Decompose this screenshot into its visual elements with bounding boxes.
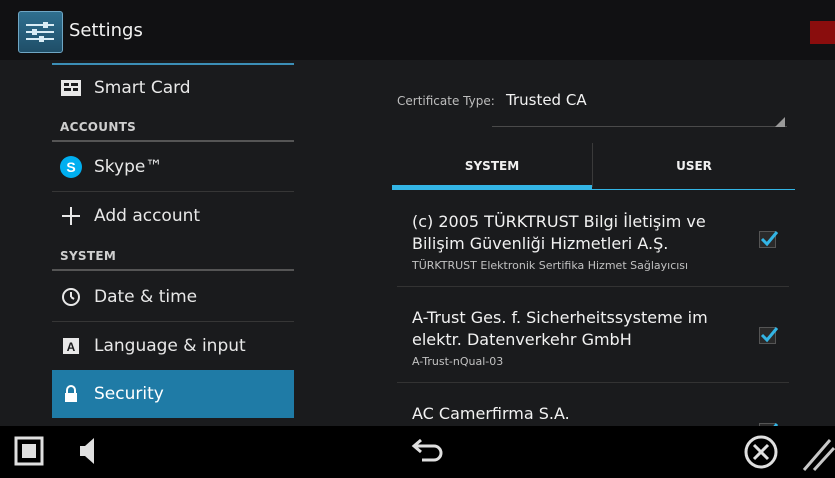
certificate-row[interactable]: (c) 2005 TÜRKTRUST Bilgi İletişim ve Bil… xyxy=(392,191,792,287)
sidebar-item-skype[interactable]: S Skype™ xyxy=(52,143,294,192)
certificate-checkbox[interactable] xyxy=(759,231,779,248)
certificate-type-spinner[interactable]: Trusted CA xyxy=(506,91,587,109)
close-icon[interactable] xyxy=(740,426,782,474)
certificate-row[interactable]: AC Camerfirma S.A. xyxy=(392,383,792,426)
sidebar-item-language-input[interactable]: A Language & input xyxy=(52,322,294,370)
sidebar-item-label: Smart Card xyxy=(94,78,191,98)
sidebar-item-date-time[interactable]: Date & time xyxy=(52,273,294,322)
certificate-checkbox[interactable] xyxy=(759,327,779,344)
sidebar-item-label: Add account xyxy=(94,206,201,226)
resize-grip-icon[interactable] xyxy=(800,426,835,474)
certificate-title: (c) 2005 TÜRKTRUST Bilgi İletişim ve Bil… xyxy=(412,212,706,253)
certificate-title: A-Trust Ges. f. Sicherheitssysteme im el… xyxy=(412,308,708,349)
svg-text:S: S xyxy=(66,159,75,175)
section-header-accounts: ACCOUNTS xyxy=(60,120,137,134)
certificate-subtitle: TÜRKTRUST Elektronik Sertifika Hizmet Sa… xyxy=(412,259,689,272)
tab-system[interactable]: SYSTEM xyxy=(392,143,592,190)
sidebar-item-label: Security xyxy=(94,384,164,404)
skype-icon: S xyxy=(60,156,82,178)
content-area: Smart Card ACCOUNTS S Skype™ Add account xyxy=(0,60,835,426)
sidebar-item-security[interactable]: Security xyxy=(52,370,294,418)
volume-icon[interactable] xyxy=(70,426,104,474)
certificate-title: AC Camerfirma S.A. xyxy=(412,404,570,423)
recent-apps-icon[interactable] xyxy=(10,426,50,474)
tab-divider xyxy=(592,143,593,187)
certificate-row[interactable]: A-Trust Ges. f. Sicherheitssysteme im el… xyxy=(392,287,792,383)
certificate-type-label: Certificate Type: xyxy=(397,94,495,108)
tab-bar: SYSTEM USER xyxy=(392,143,795,191)
add-icon xyxy=(60,205,82,227)
sidebar-item-label: Skype™ xyxy=(94,157,163,177)
tab-user[interactable]: USER xyxy=(594,143,794,190)
svg-text:A: A xyxy=(67,340,76,354)
sidebar-item-smart-card[interactable]: Smart Card xyxy=(52,64,294,112)
section-divider xyxy=(52,140,294,142)
section-divider xyxy=(52,269,294,271)
settings-sidebar: Smart Card ACCOUNTS S Skype™ Add account xyxy=(0,60,342,426)
keyboard-icon: A xyxy=(60,335,82,357)
sidebar-item-label: Language & input xyxy=(94,336,246,356)
spinner-arrow-icon[interactable] xyxy=(775,117,785,127)
sidebar-item-label: Date & time xyxy=(94,287,198,307)
action-bar: Settings xyxy=(0,0,835,61)
trusted-credentials-pane: Certificate Type: Trusted CA SYSTEM USER… xyxy=(342,60,835,426)
smart-card-icon xyxy=(60,77,82,99)
settings-app-icon[interactable] xyxy=(18,11,63,53)
overflow-indicator[interactable] xyxy=(810,21,835,44)
clock-icon xyxy=(60,286,82,308)
certificate-subtitle: A-Trust-nQual-03 xyxy=(412,355,504,368)
tab-selected-indicator xyxy=(392,185,592,190)
navigation-bar xyxy=(0,426,835,474)
app-title: Settings xyxy=(69,20,143,41)
back-icon[interactable] xyxy=(400,426,450,474)
lock-icon xyxy=(60,383,82,405)
spinner-underline xyxy=(492,126,787,127)
section-header-system: SYSTEM xyxy=(60,249,117,263)
sidebar-item-add-account[interactable]: Add account xyxy=(52,192,294,240)
